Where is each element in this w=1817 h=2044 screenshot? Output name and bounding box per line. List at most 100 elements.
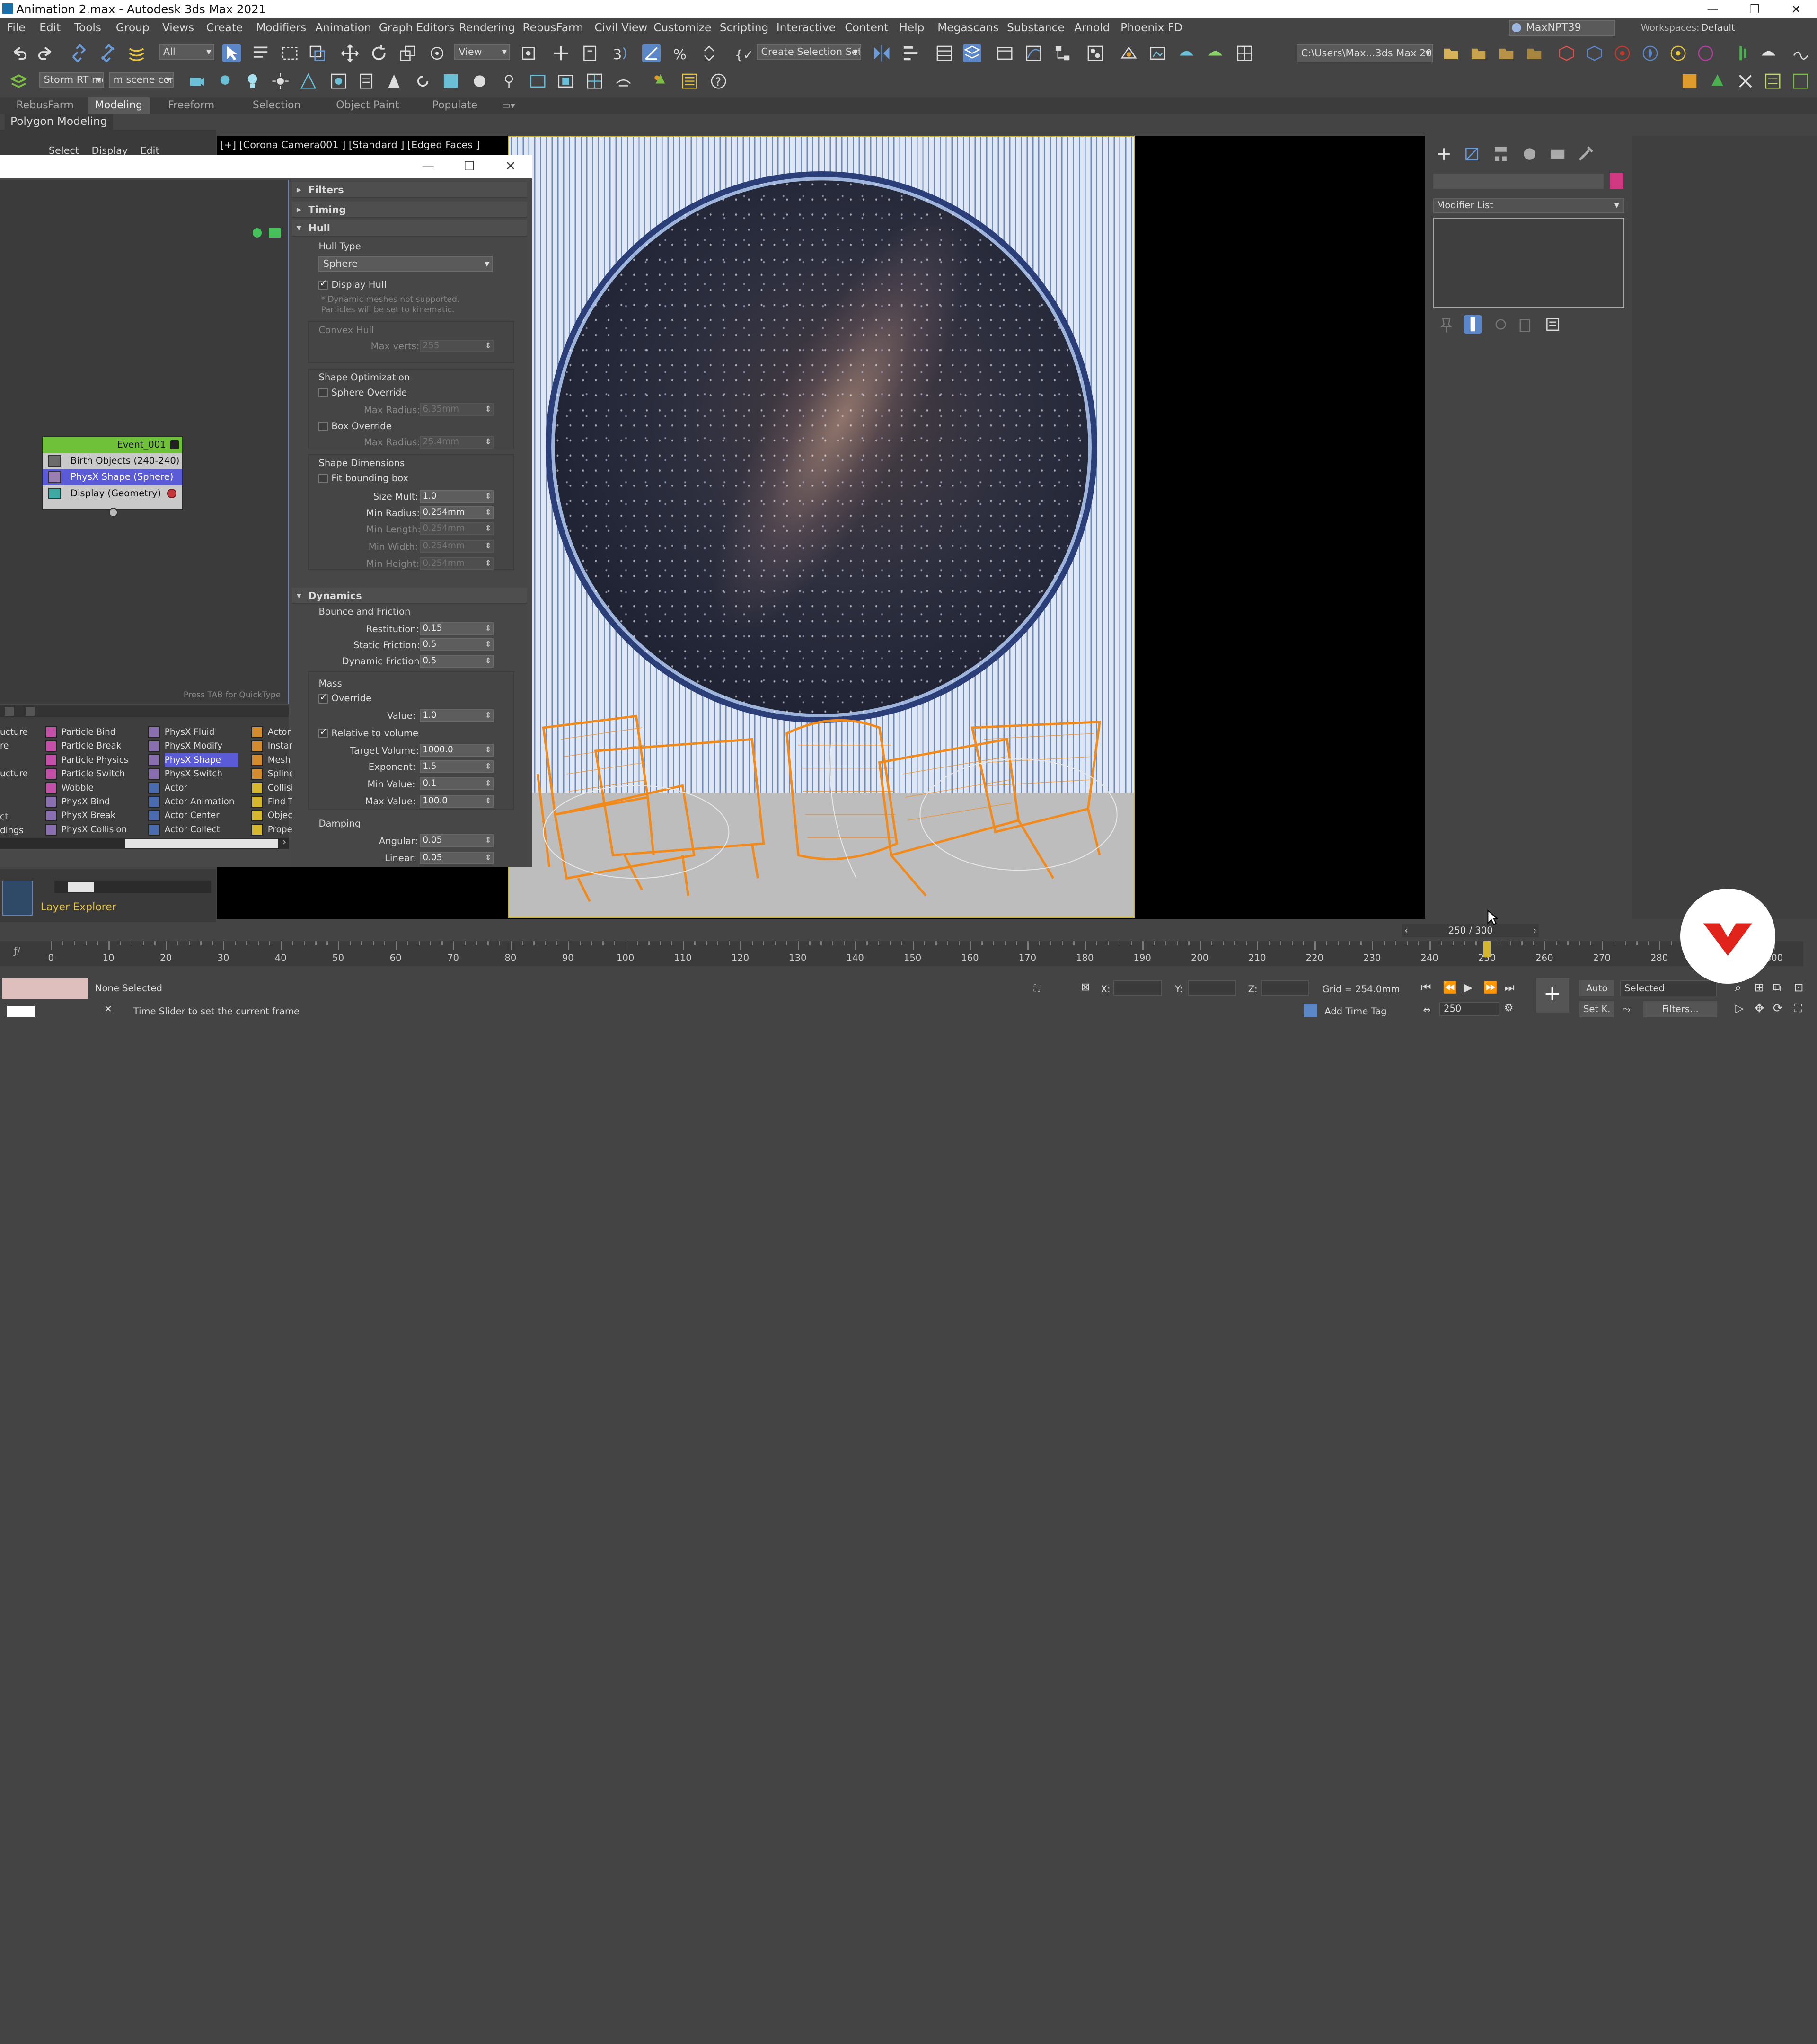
go-to-start-icon[interactable]: ⏮: [1420, 980, 1431, 994]
layer-icon[interactable]: [2, 881, 33, 916]
percent-snap-icon[interactable]: %: [671, 44, 689, 62]
operator-display[interactable]: Display (Geometry): [43, 485, 182, 502]
ribbon-options-icon[interactable]: ▭▾: [502, 97, 515, 114]
min-width-spinner[interactable]: 0.254mm: [419, 540, 494, 553]
corona-shader-icon[interactable]: [470, 72, 489, 90]
min-height-spinner[interactable]: 0.254mm: [419, 557, 494, 570]
depot-find-target[interactable]: Find T: [251, 795, 293, 809]
rollout-filters[interactable]: Filters: [292, 182, 528, 198]
restitution-spinner[interactable]: 0.15: [419, 622, 494, 635]
depot-physx-fluid[interactable]: PhysX Fluid: [148, 725, 214, 739]
menu-group[interactable]: Group: [116, 18, 150, 37]
depot-physx-collision[interactable]: PhysX Collision: [45, 823, 127, 837]
tab-rebusfarm[interactable]: RebusFarm: [16, 97, 74, 114]
add-time-tag[interactable]: Add Time Tag: [1324, 1006, 1386, 1017]
maxscript-listener[interactable]: [2, 978, 88, 999]
track-bar-toggle[interactable]: ƒ∕: [0, 941, 42, 967]
create-tab-icon[interactable]: [1435, 145, 1453, 163]
menu-interactive[interactable]: Interactive: [776, 18, 836, 37]
selection-filter-dropdown[interactable]: All: [159, 44, 215, 61]
depot-physx-bind[interactable]: PhysX Bind: [45, 795, 110, 809]
depot-object[interactable]: Objec: [251, 809, 292, 822]
menu-rebusfarm[interactable]: RebusFarm: [522, 18, 583, 37]
phoenix-liquid-icon[interactable]: [1669, 44, 1687, 62]
event-green-icon[interactable]: [252, 228, 262, 238]
menu-tools[interactable]: Tools: [74, 18, 101, 37]
tools-icon[interactable]: [1736, 72, 1755, 90]
menu-edit[interactable]: Edit: [39, 18, 61, 37]
linear-spinner[interactable]: 0.05: [419, 851, 494, 864]
display-tab-icon[interactable]: [1548, 145, 1567, 163]
pan-icon[interactable]: ✥: [1755, 1001, 1764, 1015]
menu-file[interactable]: File: [7, 18, 26, 37]
target-volume-spinner[interactable]: 1000.0: [419, 744, 494, 757]
scale-icon[interactable]: [398, 44, 417, 62]
corona-vfb-icon[interactable]: [385, 72, 403, 90]
tab-freeform[interactable]: Freeform: [168, 97, 214, 114]
menu-customize[interactable]: Customize: [653, 18, 711, 37]
object-name-field[interactable]: [1433, 174, 1604, 189]
depot-actor-center[interactable]: Actor Center: [148, 809, 220, 822]
phoenix-fire-icon[interactable]: [1641, 44, 1659, 62]
script-icon-3[interactable]: [1791, 72, 1810, 90]
forest-pack-icon[interactable]: [651, 72, 670, 90]
dynamic-friction-spinner[interactable]: 0.5: [419, 654, 494, 668]
render-grid-icon[interactable]: [1235, 44, 1254, 62]
menu-megascans[interactable]: Megascans: [937, 18, 998, 37]
script-icon-2[interactable]: [1764, 72, 1782, 90]
key-filters-button[interactable]: Filters...: [1643, 1001, 1718, 1018]
corona-material-icon[interactable]: [441, 72, 460, 90]
depot-particle-physics[interactable]: Particle Physics: [45, 753, 128, 767]
scene-converter-dropdown[interactable]: m scene conve: [109, 71, 174, 88]
rect-selection-icon[interactable]: [281, 44, 299, 62]
min-length-spinner[interactable]: 0.254mm: [419, 522, 494, 536]
menu-phoenix-fd[interactable]: Phoenix FD: [1120, 18, 1182, 37]
timeline-ruler[interactable]: 0 10 20 30 40 50 60 70 80 90 100 110 120 130 140 150 160…: [42, 941, 1803, 967]
unlink-icon[interactable]: [98, 44, 117, 63]
orbit-icon[interactable]: ⟳: [1773, 1001, 1783, 1015]
menu-create[interactable]: Create: [206, 18, 243, 37]
corona-interactive-icon[interactable]: [414, 72, 432, 90]
project-folder-icon[interactable]: [1442, 44, 1460, 62]
key-mode-icon[interactable]: ⇔: [1423, 1004, 1430, 1015]
move-icon[interactable]: [341, 44, 359, 62]
spinner-snap-icon[interactable]: [700, 44, 718, 62]
motion-tab-icon[interactable]: [1520, 145, 1539, 163]
phoenix-foam-icon[interactable]: [1734, 44, 1752, 62]
list-item[interactable]: ucture: [0, 767, 28, 781]
set-key-big-button[interactable]: +: [1536, 978, 1569, 1013]
project-save-icon[interactable]: [1497, 44, 1516, 62]
layer-scroll-thumb[interactable]: [68, 881, 94, 892]
bind-spacewarp-icon[interactable]: [127, 44, 146, 62]
select-object-icon[interactable]: [222, 44, 241, 63]
corona-bulb-icon[interactable]: [243, 72, 262, 90]
zoom-extents-all-icon[interactable]: ⊡: [1794, 980, 1804, 994]
event-header[interactable]: Event_001: [43, 436, 182, 453]
curve-toggle-icon[interactable]: ƒ∕: [14, 945, 20, 956]
tab-modeling[interactable]: Modeling: [88, 97, 150, 114]
render-production-icon[interactable]: [1177, 44, 1196, 62]
select-by-name-icon[interactable]: [251, 44, 270, 62]
depot-actor-animation[interactable]: Actor Animation: [148, 795, 235, 809]
minimize-button[interactable]: —: [1692, 0, 1734, 18]
depot-scrollbar[interactable]: ›: [0, 837, 289, 850]
help-icon[interactable]: ?: [709, 72, 728, 90]
selection-set-dropdown[interactable]: Create Selection Set: [757, 44, 861, 61]
time-tag-icon[interactable]: [1304, 1003, 1318, 1018]
hull-type-dropdown[interactable]: Sphere: [318, 256, 493, 273]
render-setup-icon[interactable]: [1120, 44, 1138, 62]
rebus-icon[interactable]: [1557, 44, 1576, 62]
remove-modifier-icon[interactable]: [1516, 315, 1534, 334]
pv-minimize-icon[interactable]: —: [422, 159, 434, 174]
max-verts-spinner[interactable]: 255: [419, 339, 494, 352]
rebus-upload-icon[interactable]: [1585, 44, 1604, 62]
listener-mini[interactable]: [7, 1005, 35, 1018]
box-override-checkbox[interactable]: [318, 422, 328, 431]
ref-coord-dropdown[interactable]: View: [454, 44, 510, 61]
value-spinner[interactable]: 1.0: [419, 709, 494, 722]
sphere-override-checkbox[interactable]: [318, 388, 328, 397]
tab-object-paint[interactable]: Object Paint: [336, 97, 399, 114]
menu-substance[interactable]: Substance: [1007, 18, 1065, 37]
select-manipulate-icon[interactable]: [552, 44, 570, 62]
snaps-toggle-icon[interactable]: 3: [612, 44, 630, 62]
